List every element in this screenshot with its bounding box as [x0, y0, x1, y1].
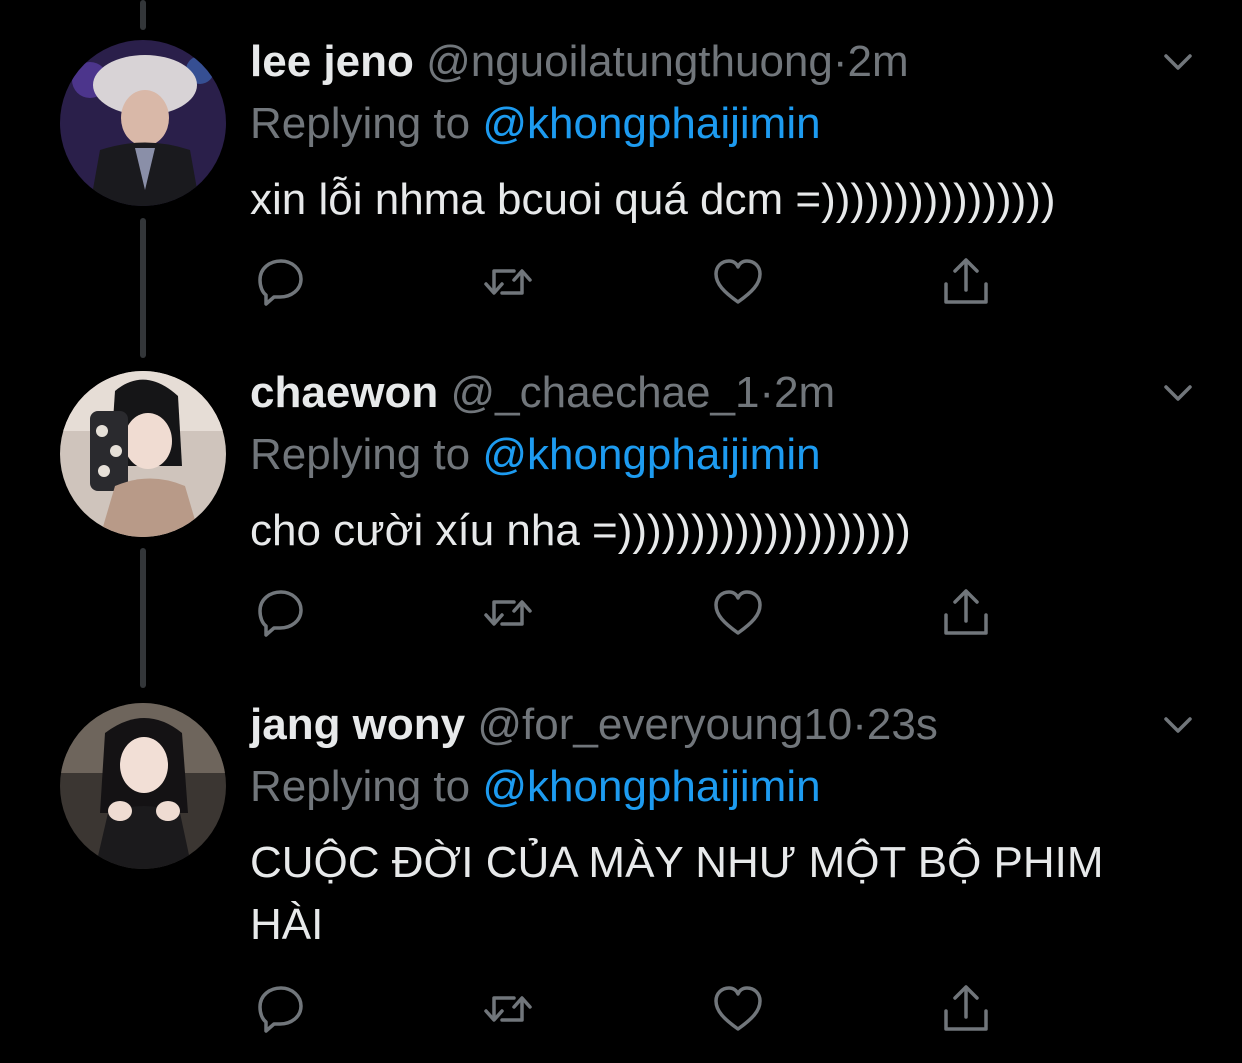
reply-icon[interactable] — [250, 583, 310, 643]
avatar[interactable] — [60, 703, 226, 869]
separator: · — [852, 700, 867, 749]
tweet-header: lee jeno @nguoilatungthuong·2m — [250, 32, 909, 92]
replying-prefix: Replying to — [250, 762, 471, 811]
chevron-down-icon[interactable] — [1158, 42, 1198, 82]
tweet[interactable]: lee jeno @nguoilatungthuong·2m Replying … — [0, 32, 1242, 332]
chevron-down-icon[interactable] — [1158, 705, 1198, 745]
share-icon[interactable] — [936, 979, 996, 1039]
tweet-text: cho cười xíu nha =)))))))))))))))))))) — [250, 506, 911, 555]
avatar[interactable] — [60, 371, 226, 537]
heart-icon[interactable] — [708, 583, 768, 643]
replying-to: Replying to @khongphaijimin — [250, 425, 821, 485]
action-bar — [250, 252, 1010, 312]
mention-link[interactable]: @khongphaijimin — [482, 762, 820, 811]
retweet-icon[interactable] — [478, 979, 538, 1039]
avatar[interactable] — [60, 40, 226, 206]
timestamp[interactable]: 2m — [774, 368, 835, 417]
retweet-icon[interactable] — [478, 583, 538, 643]
separator: · — [759, 368, 775, 417]
tweet-header: chaewon @_chaechae_1·2m — [250, 363, 835, 423]
reply-icon[interactable] — [250, 979, 310, 1039]
share-icon[interactable] — [936, 252, 996, 312]
user-handle[interactable]: @for_everyoung10 — [477, 700, 852, 749]
display-name[interactable]: jang wony — [250, 700, 465, 749]
share-icon[interactable] — [936, 583, 996, 643]
mention-link[interactable]: @khongphaijimin — [482, 99, 820, 148]
heart-icon[interactable] — [708, 979, 768, 1039]
replying-to: Replying to @khongphaijimin — [250, 757, 821, 817]
reply-icon[interactable] — [250, 252, 310, 312]
heart-icon[interactable] — [708, 252, 768, 312]
tweet-text: xin lỗi nhma bcuoi quá dcm =))))))))))))… — [250, 175, 1056, 224]
mention-link[interactable]: @khongphaijimin — [482, 430, 820, 479]
thread-line — [140, 0, 146, 30]
display-name[interactable]: lee jeno — [250, 37, 414, 86]
chevron-down-icon[interactable] — [1158, 373, 1198, 413]
timestamp[interactable]: 23s — [867, 700, 938, 749]
action-bar — [250, 583, 1010, 643]
tweet-header: jang wony @for_everyoung10·23s — [250, 695, 938, 755]
replying-prefix: Replying to — [250, 430, 471, 479]
retweet-icon[interactable] — [478, 252, 538, 312]
display-name[interactable]: chaewon — [250, 368, 438, 417]
tweet[interactable]: chaewon @_chaechae_1·2m Replying to @kho… — [0, 363, 1242, 663]
separator: · — [832, 37, 848, 86]
user-handle[interactable]: @nguoilatungthuong — [426, 37, 833, 86]
tweet-text: CUỘC ĐỜI CỦA MÀY NHƯ MỘT BỘ PHIM HÀI — [250, 838, 1104, 949]
user-handle[interactable]: @_chaechae_1 — [451, 368, 760, 417]
tweet[interactable]: jang wony @for_everyoung10·23s Replying … — [0, 695, 1242, 1063]
replying-prefix: Replying to — [250, 99, 471, 148]
replying-to: Replying to @khongphaijimin — [250, 94, 821, 154]
action-bar — [250, 979, 1010, 1039]
timestamp[interactable]: 2m — [848, 37, 909, 86]
